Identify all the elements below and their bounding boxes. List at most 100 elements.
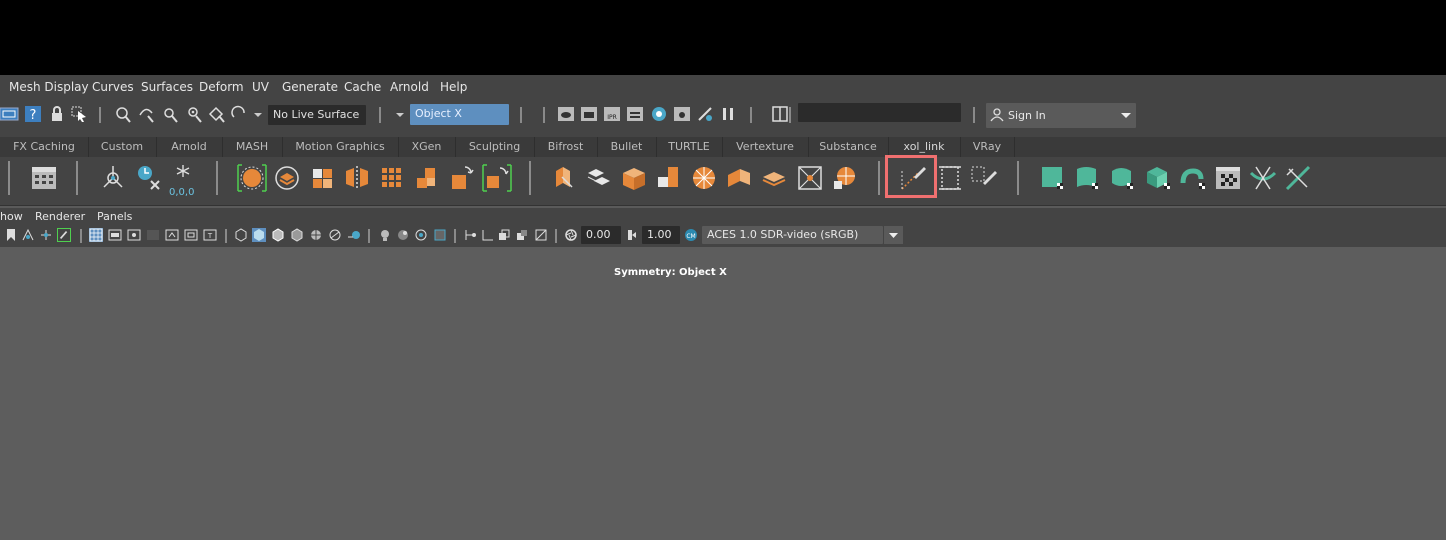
append-polygon-icon[interactable] bbox=[654, 163, 684, 193]
calendar-grid-icon[interactable] bbox=[29, 163, 59, 193]
tab-xgen[interactable]: XGen bbox=[398, 137, 456, 157]
ipr-render-icon[interactable]: IPR bbox=[603, 105, 621, 123]
tab-sculpting[interactable]: Sculpting bbox=[455, 137, 535, 157]
symmetry-dropdown[interactable]: Object X bbox=[410, 104, 509, 125]
uv-cube-icon[interactable] bbox=[1039, 163, 1069, 193]
toolbar-separator[interactable] bbox=[99, 107, 101, 123]
menu-deform[interactable]: Deform bbox=[199, 80, 244, 94]
textured-icon[interactable] bbox=[290, 228, 304, 242]
resolution-gate-icon[interactable] bbox=[127, 228, 141, 242]
menu-cache[interactable]: Cache bbox=[344, 80, 381, 94]
gamma-field[interactable]: 1.00 bbox=[642, 226, 680, 244]
mirror-icon[interactable] bbox=[342, 163, 372, 193]
panel-menu-renderer[interactable]: Renderer bbox=[35, 210, 85, 223]
render-frame-icon[interactable] bbox=[580, 105, 598, 123]
snap-view-plane-icon[interactable] bbox=[186, 105, 204, 123]
resolution-icon[interactable] bbox=[481, 228, 495, 242]
3d-viewport[interactable]: Symmetry: Object X bbox=[0, 247, 1446, 540]
tab-fx-caching[interactable]: FX Caching bbox=[0, 137, 89, 157]
panel-menu-show[interactable]: how bbox=[0, 210, 23, 223]
chevron-down-icon[interactable] bbox=[395, 105, 405, 123]
toolbar-separator[interactable] bbox=[973, 107, 975, 123]
sphere-select-icon[interactable] bbox=[235, 163, 269, 193]
wireframe-on-shaded-icon[interactable] bbox=[271, 228, 285, 242]
wireframe-shading-icon[interactable] bbox=[234, 228, 248, 242]
render-view-icon[interactable] bbox=[557, 105, 575, 123]
tab-arnold[interactable]: Arnold bbox=[156, 137, 223, 157]
grid-toggle-icon[interactable] bbox=[39, 228, 53, 242]
wireframe-grid-icon[interactable] bbox=[89, 228, 103, 242]
motion-blur-icon[interactable] bbox=[534, 228, 548, 242]
isolate-select-icon[interactable] bbox=[378, 228, 392, 242]
xray-joints-icon[interactable] bbox=[414, 228, 428, 242]
command-search-field[interactable] bbox=[798, 103, 961, 122]
delete-history-icon[interactable] bbox=[133, 163, 163, 193]
uv-sew-icon[interactable] bbox=[1283, 163, 1313, 193]
toolbar-separator[interactable] bbox=[225, 229, 227, 243]
smooth-icon[interactable] bbox=[377, 163, 407, 193]
insert-edge-loop-icon[interactable] bbox=[935, 163, 965, 193]
smooth-shade-icon[interactable] bbox=[252, 228, 266, 242]
tab-custom[interactable]: Custom bbox=[88, 137, 157, 157]
bookmark-icon[interactable] bbox=[4, 228, 18, 242]
retopologize-icon[interactable] bbox=[480, 163, 514, 193]
menu-uv[interactable]: UV bbox=[252, 80, 269, 94]
tab-substance[interactable]: Substance bbox=[808, 137, 889, 157]
multi-cut-tool-icon[interactable] bbox=[898, 163, 928, 193]
select-cursor-icon[interactable] bbox=[70, 105, 88, 123]
bevel-icon[interactable] bbox=[619, 163, 649, 193]
remesh-icon[interactable] bbox=[447, 163, 477, 193]
menu-curves[interactable]: Curves bbox=[92, 80, 134, 94]
tab-vertexture[interactable]: Vertexture bbox=[722, 137, 809, 157]
tab-bullet[interactable]: Bullet bbox=[597, 137, 657, 157]
snap-live-icon[interactable] bbox=[230, 105, 248, 123]
target-weld-icon[interactable] bbox=[795, 163, 825, 193]
tab-vray[interactable]: VRay bbox=[960, 137, 1015, 157]
exposure-field[interactable]: 0.00 bbox=[581, 226, 621, 244]
menu-mesh-display[interactable]: Mesh Display bbox=[9, 80, 89, 94]
center-pivot-icon[interactable] bbox=[98, 163, 128, 193]
collapse-icon[interactable] bbox=[759, 163, 789, 193]
uv-cut-icon[interactable] bbox=[1248, 163, 1278, 193]
camera-attributes-icon[interactable] bbox=[21, 228, 35, 242]
safe-action-icon[interactable] bbox=[184, 228, 198, 242]
hypershade-icon[interactable] bbox=[650, 105, 668, 123]
toolbar-separator[interactable] bbox=[454, 229, 456, 243]
tab-motion-graphics[interactable]: Motion Graphics bbox=[282, 137, 399, 157]
sculpt-sphere-icon[interactable] bbox=[829, 163, 859, 193]
toolbar-separator[interactable] bbox=[368, 229, 370, 243]
combine-icon[interactable] bbox=[272, 163, 302, 193]
use-all-lights-icon[interactable] bbox=[309, 228, 323, 242]
separate-icon[interactable] bbox=[307, 163, 337, 193]
chevron-down-icon[interactable] bbox=[253, 105, 263, 123]
toolbar-separator[interactable] bbox=[80, 229, 82, 243]
toolbar-separator[interactable] bbox=[750, 107, 752, 123]
uv-contour-stretch-icon[interactable] bbox=[1179, 163, 1209, 193]
shadows-icon[interactable] bbox=[328, 228, 342, 242]
live-surface-field[interactable]: No Live Surface bbox=[268, 105, 366, 125]
panel-menu-panels[interactable]: Panels bbox=[97, 210, 132, 223]
snap-grid-icon[interactable] bbox=[114, 105, 132, 123]
uv-automatic-icon[interactable] bbox=[1144, 163, 1174, 193]
tab-turtle[interactable]: TURTLE bbox=[656, 137, 723, 157]
screen-space-ao-icon[interactable] bbox=[515, 228, 529, 242]
snap-surface-icon[interactable] bbox=[208, 105, 226, 123]
lock-icon[interactable] bbox=[48, 105, 66, 123]
xray-components-icon[interactable] bbox=[433, 228, 447, 242]
reduce-icon[interactable] bbox=[412, 163, 442, 193]
toolbar-separator[interactable] bbox=[520, 107, 522, 123]
render-setup-icon[interactable] bbox=[673, 105, 691, 123]
gate-mask-icon[interactable] bbox=[146, 228, 160, 242]
menu-help[interactable]: Help bbox=[440, 80, 467, 94]
uv-editor-icon[interactable] bbox=[1213, 163, 1243, 193]
render-settings-icon[interactable] bbox=[626, 105, 644, 123]
toolbar-separator[interactable] bbox=[543, 107, 545, 123]
pause-icon[interactable] bbox=[719, 105, 737, 123]
color-space-dropdown-button[interactable] bbox=[883, 226, 903, 244]
select-by-component-icon[interactable] bbox=[0, 105, 20, 123]
menu-generate[interactable]: Generate bbox=[282, 80, 338, 94]
film-gate-icon[interactable] bbox=[108, 228, 122, 242]
color-space-dropdown[interactable]: ACES 1.0 SDR-video (sRGB) bbox=[702, 226, 883, 244]
toolbar-separator[interactable] bbox=[379, 107, 381, 123]
snap-point-icon[interactable] bbox=[162, 105, 180, 123]
